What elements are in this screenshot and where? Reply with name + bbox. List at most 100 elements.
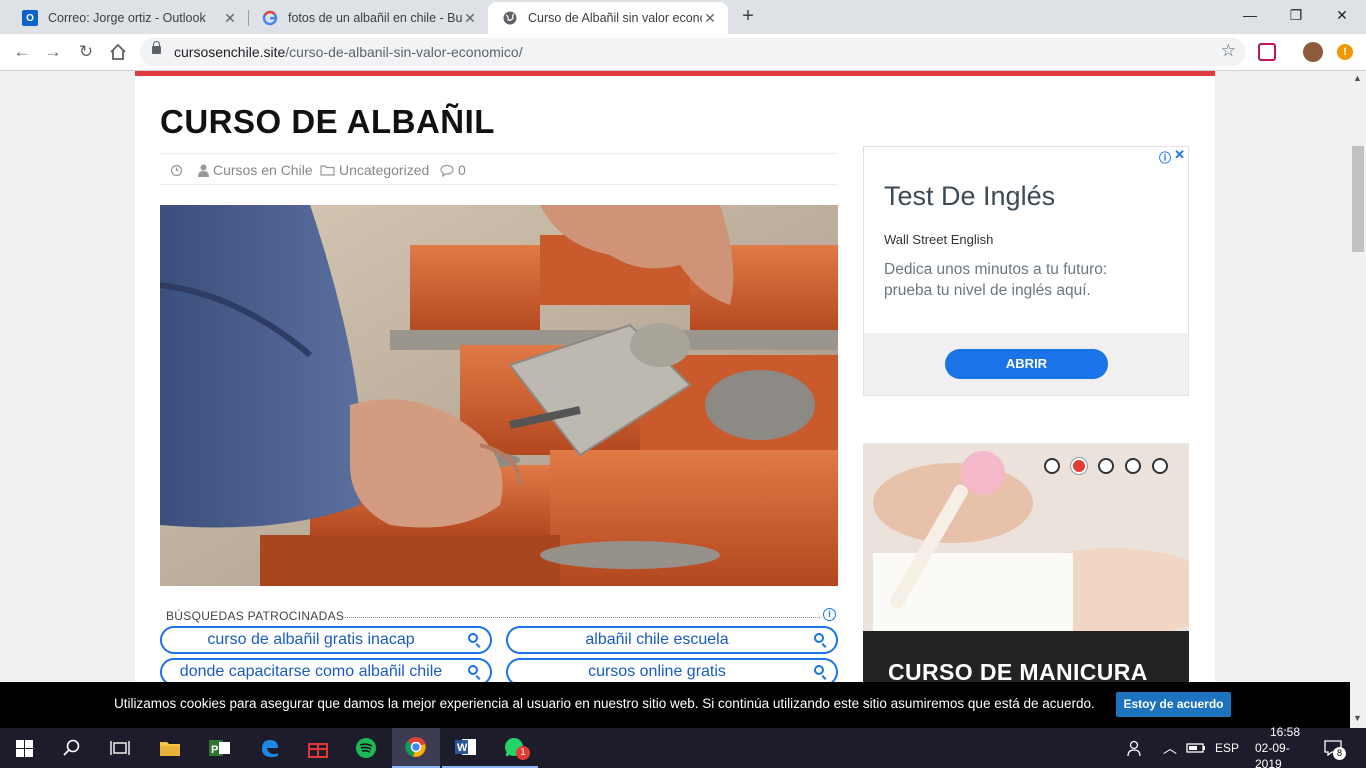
scroll-down-icon[interactable]: ▼ xyxy=(1353,713,1362,723)
slider-dot-3[interactable] xyxy=(1098,458,1114,474)
people-icon[interactable] xyxy=(1126,728,1144,768)
user-icon xyxy=(198,162,209,180)
tab-google-search[interactable]: fotos de un albañil en chile - Bus ✕ xyxy=(248,2,488,34)
ad-footer: ABRIR xyxy=(864,333,1188,395)
close-ad-icon[interactable]: ✕ xyxy=(1174,147,1185,163)
ad-headline[interactable]: Test De Inglés xyxy=(884,181,1055,212)
tab-title: Correo: Jorge ortiz - Outlook xyxy=(48,11,206,25)
start-button[interactable] xyxy=(0,728,48,768)
arrow-left-icon: ← xyxy=(13,42,31,61)
taskbar-gift-app[interactable] xyxy=(294,728,342,768)
spotify-icon xyxy=(356,738,376,758)
author-link[interactable]: Cursos en Chile xyxy=(213,162,313,178)
article-hero-image xyxy=(160,205,838,586)
comment-count[interactable]: 0 xyxy=(458,162,466,178)
taskbar-whatsapp[interactable]: 1 xyxy=(490,728,538,768)
folder-icon xyxy=(320,162,335,179)
task-view-icon xyxy=(110,741,130,755)
taskbar-chrome[interactable] xyxy=(392,728,440,768)
notification-count: 8 xyxy=(1333,747,1346,760)
word-icon: W xyxy=(455,739,476,755)
close-tab-icon[interactable]: ✕ xyxy=(702,10,718,27)
avatar[interactable] xyxy=(1303,42,1323,62)
battery-icon[interactable] xyxy=(1186,728,1206,768)
windows-taskbar: P W 1 ︿ ESP 16:58 02-09-2019 8 xyxy=(0,725,1366,768)
ad-choices-icon[interactable]: ⓘ xyxy=(1159,149,1171,166)
category-link[interactable]: Uncategorized xyxy=(339,162,429,178)
tray-chevron-up-icon[interactable]: ︿ xyxy=(1163,728,1177,768)
page-scrollbar[interactable]: ▲ ▼ xyxy=(1350,71,1366,728)
content-container: CURSO DE ALBAÑIL Cursos en Chile Uncateg… xyxy=(135,71,1215,728)
home-icon xyxy=(110,43,126,60)
tab-title: fotos de un albañil en chile - Bus xyxy=(288,11,462,25)
slider-dot-4[interactable] xyxy=(1125,458,1141,474)
sidebar-ad[interactable]: ⓘ ✕ Test De Inglés Wall Street English D… xyxy=(863,146,1189,396)
clock-icon xyxy=(170,162,183,180)
sponsored-divider xyxy=(345,617,820,618)
globe-icon xyxy=(502,10,518,26)
ad-description: Dedica unos minutos a tu futuro: prueba … xyxy=(884,261,1108,299)
notification-center[interactable]: 8 xyxy=(1324,728,1346,768)
close-tab-icon[interactable]: ✕ xyxy=(222,10,238,27)
info-icon[interactable]: i xyxy=(823,608,836,621)
taskbar-file-explorer[interactable] xyxy=(146,728,194,768)
bookmark-star-icon[interactable]: ☆ xyxy=(1221,41,1236,61)
page-viewport: CURSO DE ALBAÑIL Cursos en Chile Uncateg… xyxy=(0,71,1350,728)
clock[interactable]: 16:58 02-09-2019 xyxy=(1255,725,1315,768)
home-button[interactable] xyxy=(106,40,130,64)
cookie-accept-button[interactable]: Estoy de acuerdo xyxy=(1116,692,1231,717)
ad-open-button[interactable]: ABRIR xyxy=(945,349,1108,379)
search-icon xyxy=(814,665,824,675)
svg-text:P: P xyxy=(211,744,218,756)
search-text: albañil chile escuela xyxy=(585,631,729,648)
new-tab-button[interactable]: + xyxy=(736,5,760,29)
browser-tab-bar: O Correo: Jorge ortiz - Outlook ✕ fotos … xyxy=(0,0,1366,34)
slider-dot-2[interactable] xyxy=(1071,458,1087,474)
slider-dot-1[interactable] xyxy=(1044,458,1060,474)
update-alert-icon[interactable]: ! xyxy=(1337,44,1353,60)
scroll-thumb[interactable] xyxy=(1352,146,1364,252)
taskbar-project[interactable]: P xyxy=(196,728,244,768)
language-indicator[interactable]: ESP xyxy=(1215,728,1239,768)
address-bar[interactable]: cursosenchile.site/curso-de-albanil-sin-… xyxy=(140,38,1246,66)
sponsored-search-link[interactable]: curso de albañil gratis inacap xyxy=(160,626,492,654)
forward-button[interactable]: → xyxy=(41,40,65,64)
browser-toolbar: ← → ↻ cursosenchile.site/curso-de-albani… xyxy=(0,34,1366,71)
svg-text:W: W xyxy=(457,742,468,754)
back-button[interactable]: ← xyxy=(10,40,34,64)
folder-icon xyxy=(160,742,180,756)
reload-button[interactable]: ↻ xyxy=(74,40,98,64)
google-icon xyxy=(262,10,278,26)
search-text: cursos online gratis xyxy=(588,663,726,680)
cookie-text: Utilizamos cookies para asegurar que dam… xyxy=(114,696,1095,711)
taskbar-word[interactable]: W xyxy=(442,728,490,768)
tab-outlook[interactable]: O Correo: Jorge ortiz - Outlook ✕ xyxy=(8,2,248,34)
tab-curso-albanil[interactable]: Curso de Albañil sin valor econo ✕ xyxy=(488,2,728,34)
taskbar-spotify[interactable] xyxy=(342,728,390,768)
ad-brand: Wall Street English xyxy=(884,232,994,247)
post-meta: Cursos en Chile Uncategorized 0 xyxy=(160,153,838,185)
url-domain: cursosenchile.site xyxy=(174,44,286,60)
minimize-button[interactable]: — xyxy=(1227,0,1273,30)
search-icon xyxy=(814,633,824,643)
taskbar-edge[interactable] xyxy=(246,728,294,768)
close-window-button[interactable]: ✕ xyxy=(1319,0,1365,30)
close-tab-icon[interactable]: ✕ xyxy=(462,10,478,27)
arrow-right-icon: → xyxy=(44,42,62,61)
edge-icon xyxy=(262,740,278,757)
search-icon xyxy=(63,739,80,756)
gift-icon xyxy=(308,743,328,758)
whatsapp-badge: 1 xyxy=(516,746,530,760)
slider-image xyxy=(863,443,1189,638)
search-button[interactable] xyxy=(48,728,96,768)
search-icon xyxy=(468,665,478,675)
extension-icon[interactable] xyxy=(1258,43,1276,61)
task-view-button[interactable] xyxy=(96,728,144,768)
search-icon xyxy=(468,633,478,643)
chrome-icon xyxy=(405,737,426,757)
restore-button[interactable]: ❐ xyxy=(1273,0,1319,30)
search-text: curso de albañil gratis inacap xyxy=(207,631,415,648)
slider-dot-5[interactable] xyxy=(1152,458,1168,474)
scroll-up-icon[interactable]: ▲ xyxy=(1353,73,1362,83)
sponsored-search-link[interactable]: albañil chile escuela xyxy=(506,626,838,654)
